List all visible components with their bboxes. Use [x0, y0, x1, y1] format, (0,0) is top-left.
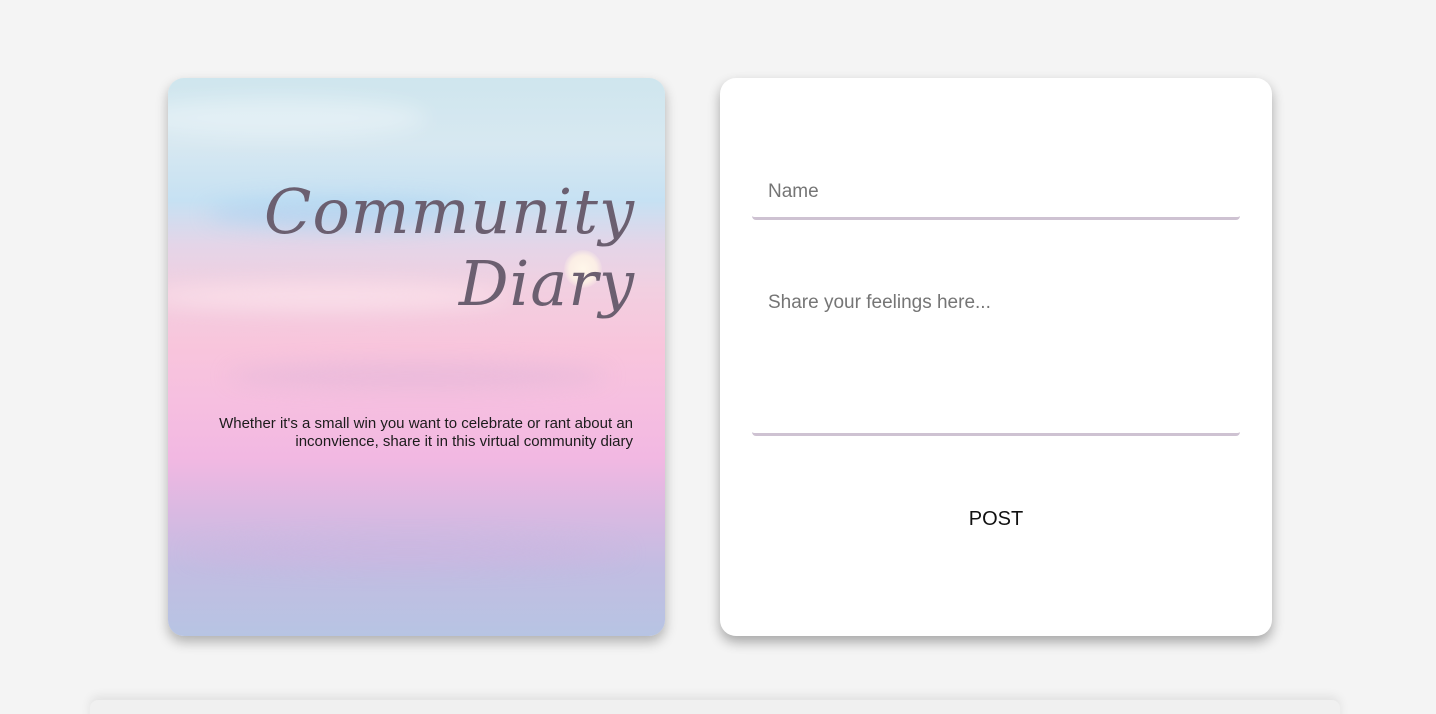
feelings-textarea[interactable]: [752, 278, 1240, 436]
sky-cloud: [188, 538, 628, 568]
sky-cloud: [168, 98, 428, 138]
hero-title-line1: Community: [264, 175, 635, 248]
hero-description: Whether it's a small win you want to cel…: [219, 415, 633, 450]
post-button[interactable]: POST: [946, 498, 1046, 540]
hero-card: Community Diary Whether it's a small win …: [168, 78, 665, 636]
post-form-card: POST: [720, 78, 1272, 636]
hero-title: Community Diary: [264, 176, 635, 320]
name-input[interactable]: [752, 166, 1240, 220]
hero-title-line2: Diary: [458, 247, 635, 320]
sky-cloud: [228, 363, 608, 389]
footer-panel: [90, 700, 1340, 714]
page: Community Diary Whether it's a small win …: [0, 0, 1436, 714]
